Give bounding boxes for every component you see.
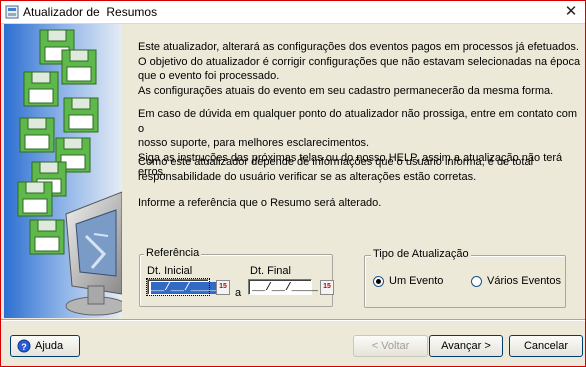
- radio-varios-eventos[interactable]: [471, 276, 482, 287]
- dt-inicial-field[interactable]: __/__/____: [146, 278, 218, 296]
- footer-divider: [1, 319, 585, 321]
- intro-paragraph-4: Informe a referência que o Resumo será a…: [138, 196, 583, 211]
- ajuda-button[interactable]: ? Ajuda: [10, 335, 80, 357]
- window-title: Atualizador de Resumos: [23, 5, 158, 19]
- radio-um-evento-label[interactable]: Um Evento: [389, 275, 443, 287]
- text-line: responsabilidade do usuário verificar se…: [138, 170, 477, 183]
- dt-final-calendar-icon[interactable]: 15: [320, 280, 334, 295]
- svg-text:?: ?: [21, 342, 27, 352]
- cancelar-button[interactable]: Cancelar: [509, 335, 583, 357]
- dt-final-value: __/__/____: [252, 282, 319, 294]
- tipo-atualizacao-group: Tipo de Atualização Um Evento Vários Eve…: [364, 248, 566, 308]
- text-line: Como este atualizador depende de informa…: [138, 156, 534, 168]
- text-line: Este atualizador, alterará as configuraç…: [138, 41, 579, 53]
- wizard-illustration: [4, 24, 122, 318]
- text-line: Em caso de dúvida em qualquer ponto do a…: [138, 108, 578, 135]
- radio-varios-eventos-label[interactable]: Vários Eventos: [487, 275, 561, 287]
- dt-inicial-value: __/__/____: [151, 282, 218, 294]
- ajuda-button-label: Ajuda: [35, 340, 64, 352]
- dt-final-field[interactable]: __/__/____: [248, 279, 318, 295]
- dt-inicial-calendar-icon[interactable]: 15: [216, 280, 230, 295]
- tipo-atualizacao-group-label: Tipo de Atualização: [371, 248, 471, 260]
- dt-inicial-label: Dt. Inicial: [147, 265, 193, 277]
- wizard-content: Este atualizador, alterará as configuraç…: [122, 24, 585, 318]
- intro-paragraph-1: Este atualizador, alterará as configuraç…: [138, 40, 583, 98]
- text-line: Informe a referência que o Resumo será a…: [138, 197, 382, 209]
- voltar-button[interactable]: < Voltar: [353, 335, 428, 357]
- app-icon: [5, 5, 19, 19]
- referencia-group-label: Referência: [144, 247, 202, 259]
- wizard-window: Atualizador de Resumos ✕ Este atualizado…: [0, 0, 586, 367]
- title-bar: Atualizador de Resumos ✕: [1, 1, 585, 24]
- intro-paragraph-3: Como este atualizador depende de informa…: [138, 155, 583, 184]
- text-line: nosso suporte, para melhores esclarecime…: [138, 137, 370, 149]
- radio-selected-dot: [376, 279, 381, 284]
- referencia-group: Referência Dt. Inicial __/__/____ 15 a D…: [139, 247, 334, 307]
- text-line: As configurações atuais do evento em seu…: [138, 84, 554, 97]
- text-line: O objetivo do atualizador é corrigir con…: [138, 55, 581, 68]
- dt-final-label: Dt. Final: [250, 265, 291, 277]
- radio-um-evento[interactable]: [373, 276, 384, 287]
- close-button[interactable]: ✕: [561, 3, 581, 20]
- avancar-button[interactable]: Avançar >: [429, 335, 503, 357]
- help-icon: ?: [17, 339, 31, 353]
- date-range-separator: a: [235, 287, 242, 299]
- text-line: que o evento foi processado.: [138, 70, 280, 82]
